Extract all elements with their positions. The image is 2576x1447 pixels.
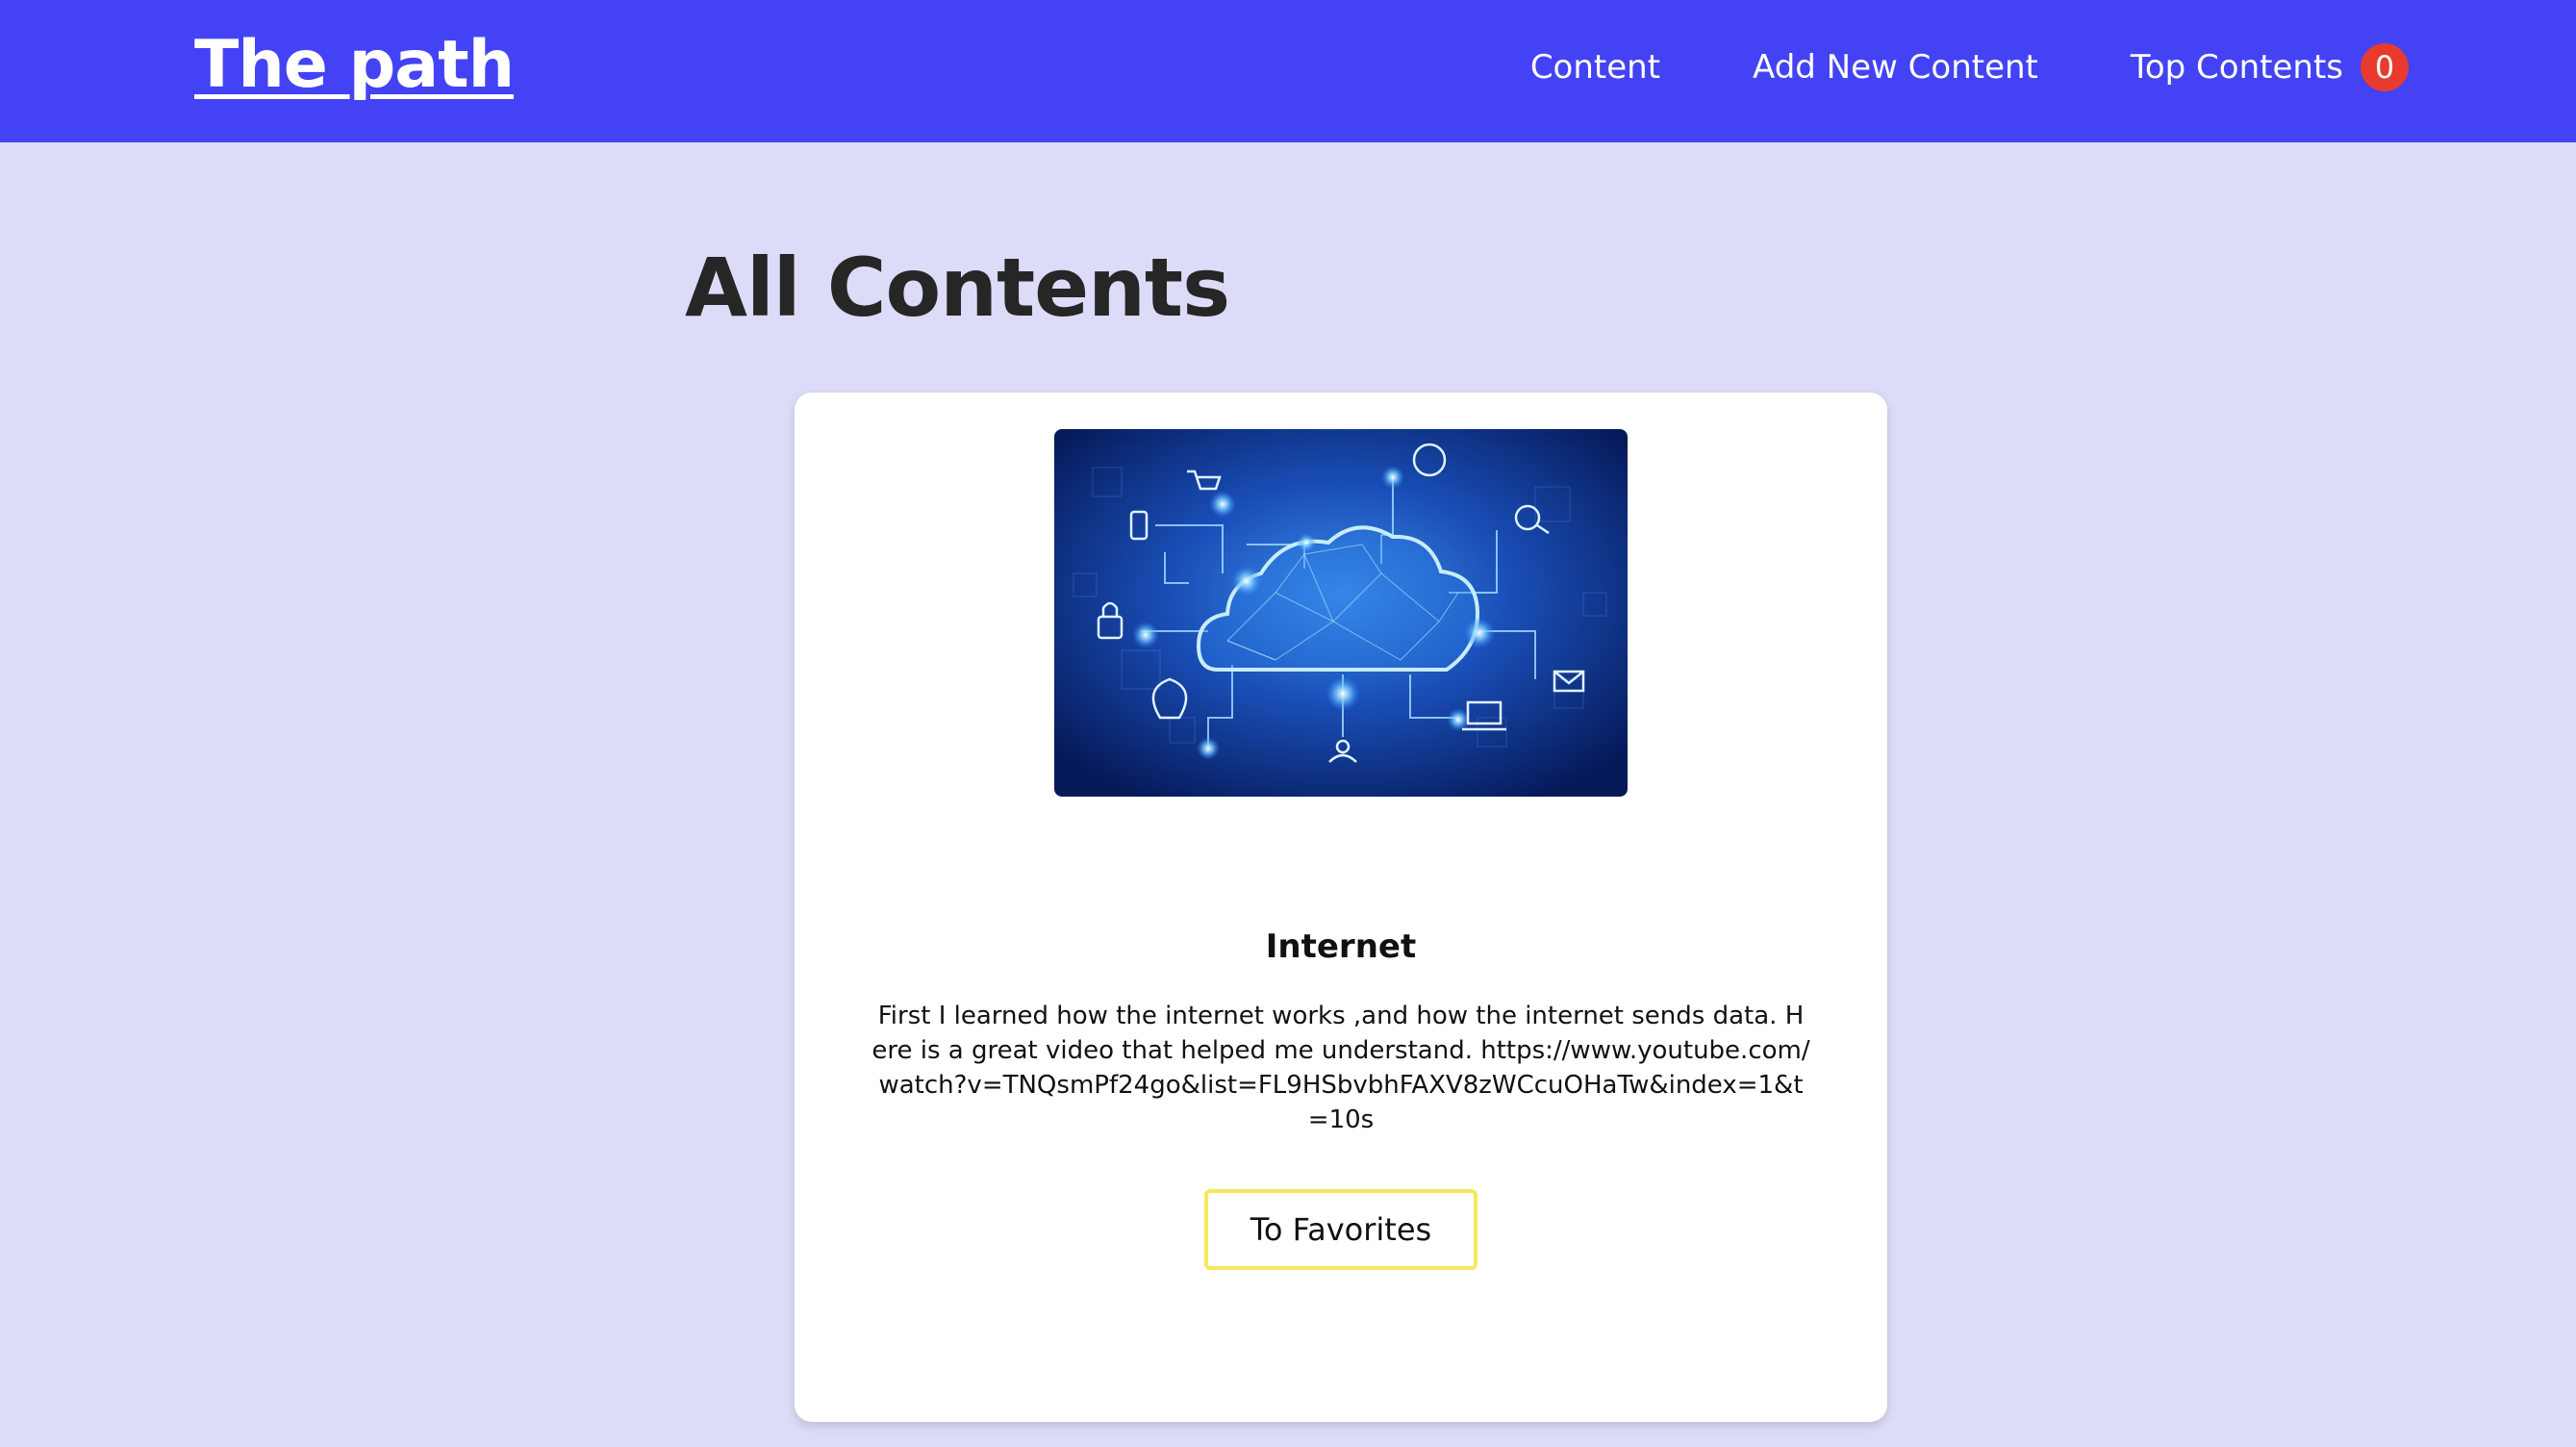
nav-link-top-contents[interactable]: Top Contents 0 [2131, 43, 2409, 91]
to-favorites-button[interactable]: To Favorites [1204, 1189, 1477, 1270]
main-nav: Content Add New Content Top Contents 0 [1530, 0, 2409, 135]
content-card: Internet First I learned how the interne… [795, 393, 1887, 1422]
nav-link-top-contents-label: Top Contents [2130, 48, 2343, 87]
nav-link-content[interactable]: Content [1530, 48, 1660, 87]
card-title: Internet [1265, 927, 1417, 966]
page-title: All Contents [685, 241, 1230, 335]
card-description: First I learned how the internet works ,… [871, 1002, 1810, 1134]
cloud-network-image [1054, 429, 1628, 797]
top-contents-count-badge: 0 [2361, 43, 2409, 91]
top-navbar: The path Content Add New Content Top Con… [0, 0, 2576, 142]
nav-link-add-new-content[interactable]: Add New Content [1753, 48, 2038, 87]
site-logo-link[interactable]: The path [194, 27, 515, 103]
